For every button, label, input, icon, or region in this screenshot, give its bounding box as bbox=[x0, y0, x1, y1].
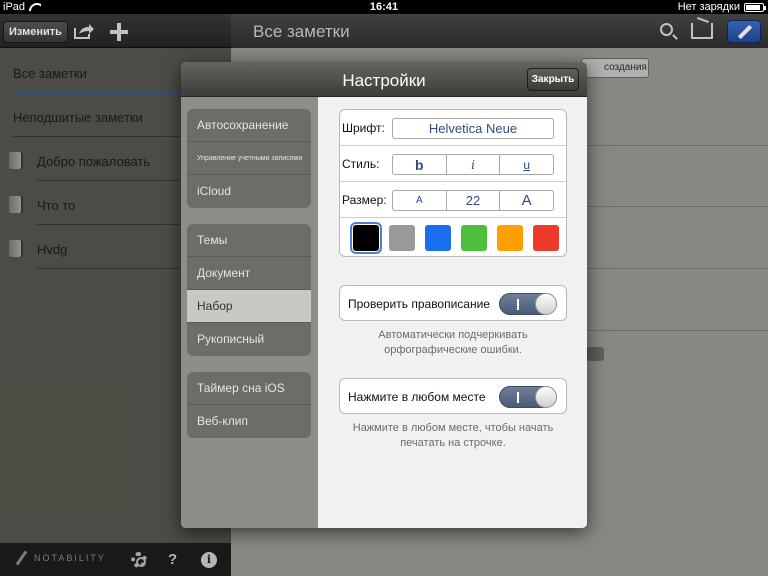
style-label: Стиль: bbox=[342, 157, 380, 171]
italic-button[interactable]: i bbox=[447, 155, 501, 174]
size-decrease-button[interactable]: A bbox=[393, 191, 447, 210]
battery-icon bbox=[744, 2, 766, 12]
menu-item-web-clip[interactable]: Веб-клип bbox=[187, 405, 311, 438]
menu-item-handwriting[interactable]: Рукописный bbox=[187, 323, 311, 356]
spellcheck-hint: Автоматически подчеркивать орфографическ… bbox=[339, 328, 567, 358]
settings-modal: Настройки Закрыть Автосохранение Управле… bbox=[181, 62, 587, 528]
menu-item-sleep-timer[interactable]: Таймер сна iOS bbox=[187, 372, 311, 405]
tap-anywhere-hint: Нажмите в любом месте, чтобы начать печа… bbox=[339, 421, 567, 451]
status-time: 16:41 bbox=[369, 1, 399, 13]
status-bar: iPad 16:41 Нет зарядки bbox=[0, 0, 768, 14]
color-swatch[interactable] bbox=[425, 225, 451, 251]
menu-item-document[interactable]: Документ bbox=[187, 257, 311, 290]
status-right: Нет зарядки bbox=[677, 1, 766, 13]
tap-anywhere-label: Нажмите в любом месте bbox=[348, 390, 486, 404]
menu-item-themes[interactable]: Темы bbox=[187, 224, 311, 257]
style-segmented-control: b i u bbox=[392, 154, 554, 175]
spellcheck-toggle[interactable] bbox=[499, 293, 557, 315]
menu-item-autosave[interactable]: Автосохранение bbox=[187, 109, 311, 142]
color-swatch[interactable] bbox=[497, 225, 523, 251]
tap-anywhere-toggle[interactable] bbox=[499, 386, 557, 408]
style-row: Стиль: b i u bbox=[340, 146, 566, 182]
menu-item-typing[interactable]: Набор bbox=[187, 290, 311, 323]
font-row: Шрифт: Helvetica Neue bbox=[340, 110, 566, 146]
tap-anywhere-row: Нажмите в любом месте bbox=[339, 378, 567, 414]
hint-line: Нажмите в любом месте, чтобы начать bbox=[352, 422, 554, 434]
spellcheck-label: Проверить правописание bbox=[348, 297, 490, 311]
color-swatches bbox=[340, 218, 566, 256]
color-swatch[interactable] bbox=[350, 222, 382, 254]
modal-header: Настройки Закрыть bbox=[181, 62, 587, 97]
size-increase-button[interactable]: A bbox=[500, 191, 553, 210]
menu-item-icloud[interactable]: iCloud bbox=[187, 175, 311, 208]
menu-group-other: Таймер сна iOS Веб-клип bbox=[187, 372, 311, 438]
hint-line: орфографические ошибки. bbox=[384, 344, 522, 356]
color-swatch[interactable] bbox=[533, 225, 559, 251]
size-row: Размер: A 22 A bbox=[340, 182, 566, 218]
font-size-value: 22 bbox=[447, 191, 501, 210]
menu-item-accounts[interactable]: Управление учетными записями bbox=[187, 142, 311, 175]
color-swatch[interactable] bbox=[461, 225, 487, 251]
spellcheck-row: Проверить правописание bbox=[339, 285, 567, 321]
size-segmented-control: A 22 A bbox=[392, 190, 554, 211]
menu-group-appearance: Темы Документ Набор Рукописный bbox=[187, 224, 311, 356]
size-label: Размер: bbox=[342, 193, 387, 207]
menu-group-account: Автосохранение Управление учетными запис… bbox=[187, 109, 311, 208]
settings-menu: Автосохранение Управление учетными запис… bbox=[181, 97, 318, 528]
bold-button[interactable]: b bbox=[393, 155, 447, 174]
typing-settings-panel: Шрифт: Helvetica Neue Стиль: b i u Разме… bbox=[318, 97, 587, 528]
font-picker[interactable]: Helvetica Neue bbox=[392, 118, 554, 139]
font-label: Шрифт: bbox=[342, 121, 385, 135]
color-swatch[interactable] bbox=[389, 225, 415, 251]
close-button[interactable]: Закрыть bbox=[527, 68, 579, 91]
underline-button[interactable]: u bbox=[500, 155, 553, 174]
hint-line: Автоматически подчеркивать bbox=[378, 329, 528, 341]
hint-line: печатать на строчке. bbox=[400, 437, 506, 449]
charging-status: Нет зарядки bbox=[677, 1, 740, 13]
font-settings-card: Шрифт: Helvetica Neue Стиль: b i u Разме… bbox=[339, 109, 567, 257]
